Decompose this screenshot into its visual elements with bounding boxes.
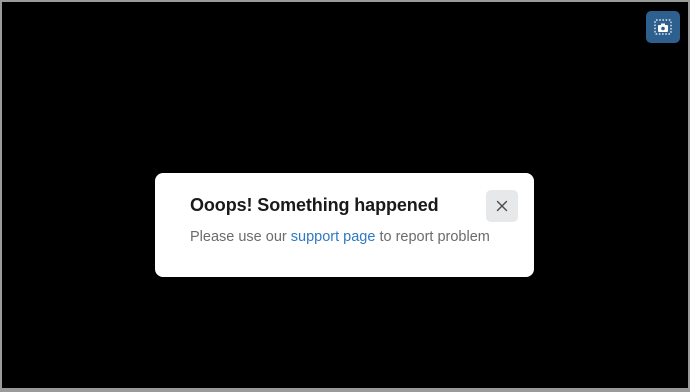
message-text-after: to report problem: [375, 229, 490, 245]
error-dialog: Ooops! Something happened Please use our…: [155, 173, 534, 277]
message-text-before: Please use our: [190, 229, 291, 245]
camera-screenshot-icon: [654, 19, 672, 35]
screenshot-button[interactable]: [646, 11, 680, 43]
support-page-link[interactable]: support page: [291, 229, 376, 245]
app-viewport: Ooops! Something happened Please use our…: [2, 2, 688, 388]
close-icon: [496, 200, 508, 212]
dialog-message: Please use our support page to report pr…: [190, 229, 490, 245]
dialog-title: Ooops! Something happened: [190, 195, 439, 215]
close-button[interactable]: [486, 190, 518, 222]
